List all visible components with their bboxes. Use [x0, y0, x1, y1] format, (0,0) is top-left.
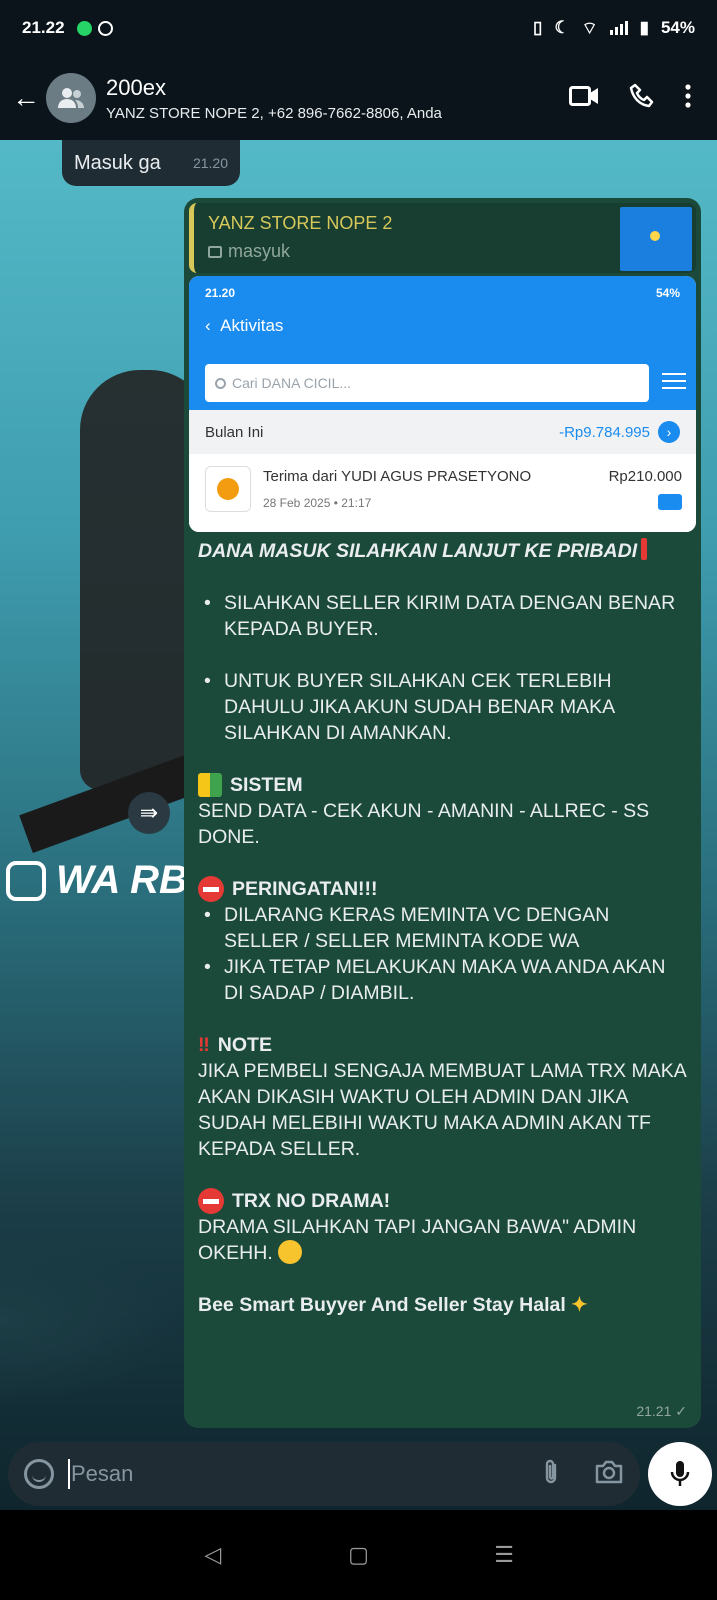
dana-header: 21.20 54% ‹ Aktivitas Cari DANA CICIL...	[189, 276, 696, 410]
nav-recents-icon[interactable]: ☰	[484, 1535, 524, 1575]
status-bar: 21.22 ▯ ☾ ⌔ ▮ 54%	[0, 0, 717, 56]
signal-icon	[609, 21, 628, 35]
image-icon	[208, 245, 222, 258]
phone-icon[interactable]	[629, 83, 655, 114]
dana-transaction: Terima dari YUDI AGUS PRASETYONO 28 Feb …	[189, 454, 696, 532]
bullet-item: SILAHKAN SELLER KIRIM DATA DENGAN BENAR …	[198, 590, 688, 642]
dana-chevron-icon: ›	[658, 421, 680, 443]
notification-icon	[97, 20, 113, 36]
dana-wallet-icon	[658, 494, 682, 510]
quoted-sender: YANZ STORE NOPE 2	[208, 213, 393, 233]
thumbnail-sun	[650, 231, 660, 241]
dana-search-icon	[215, 377, 226, 389]
beginner-icon	[198, 773, 222, 797]
incoming-message-time: 21.20	[192, 155, 228, 171]
video-call-icon[interactable]	[569, 85, 599, 112]
sistem-heading: SISTEM	[198, 772, 688, 798]
dana-status-battery: 54%	[655, 286, 680, 300]
dana-month-row: Bulan Ini -Rp9.784.995 ›	[189, 410, 696, 454]
battery-percent: 54%	[660, 18, 695, 37]
attached-screenshot[interactable]: 21.20 54% ‹ Aktivitas Cari DANA CICIL...…	[189, 276, 696, 532]
header-actions	[569, 83, 691, 114]
message-body: DANA MASUK SILAHKAN LANJUT KE PRIBADI SI…	[198, 538, 688, 1318]
no-entry-icon	[198, 876, 224, 902]
text-caret	[68, 1459, 70, 1489]
forward-icon[interactable]: ⇛	[128, 792, 170, 834]
chat-info[interactable]: 200ex YANZ STORE NOPE 2, +62 896-7662-88…	[106, 75, 569, 122]
message-input-bar: Pesan	[8, 1442, 640, 1506]
warning-heading: PERINGATAN!!!	[198, 876, 688, 902]
more-options-icon[interactable]	[685, 83, 691, 113]
bullet-item: JIKA TETAP MELAKUKAN MAKA WA ANDA AKAN D…	[198, 954, 688, 1006]
nav-back-icon[interactable]: ◁	[193, 1535, 233, 1575]
dana-search: Cari DANA CICIL...	[205, 364, 649, 402]
wifi-icon: ⌔	[581, 18, 598, 38]
quoted-text: masyuk	[228, 241, 291, 261]
dana-filter-icon	[662, 368, 686, 394]
sistem-body: SEND DATA - CEK AKUN - AMANIN - ALLREC -…	[198, 800, 650, 848]
message-heading: DANA MASUK SILAHKAN LANJUT KE PRIBADI	[198, 538, 688, 564]
no-entry-icon	[198, 1188, 224, 1214]
trx-heading: TRX NO DRAMA!	[198, 1188, 688, 1214]
dana-search-placeholder: Cari DANA CICIL...	[232, 375, 352, 391]
group-avatar-icon[interactable]	[46, 73, 96, 123]
bullet-item: DILARANG KERAS MEMINTA VC DENGAN SELLER …	[198, 902, 688, 954]
dana-receive-icon	[205, 466, 251, 512]
exclamation-icon	[641, 538, 648, 560]
note-body: JIKA PEMBELI SENGAJA MEMBUAT LAMA TRX MA…	[198, 1060, 686, 1160]
check-icon: ✓	[675, 1403, 687, 1419]
dana-month-total: -Rp9.784.995	[559, 423, 650, 441]
closing-line: Bee Smart Buyyer And Seller Stay Halal ✦	[198, 1294, 588, 1316]
incoming-message[interactable]: Masuk ga 21.20	[62, 140, 240, 186]
nav-home-icon[interactable]: ▢	[338, 1535, 378, 1575]
emoji-icon[interactable]	[24, 1459, 54, 1489]
incoming-message-text: Masuk ga	[74, 151, 161, 174]
outgoing-message[interactable]: YANZ STORE NOPE 2 masyuk 21.20 54% ‹ Akt…	[184, 198, 701, 1428]
whatsapp-notification-icon	[76, 20, 92, 36]
back-icon[interactable]: ←	[8, 82, 44, 114]
quoted-thumbnail	[620, 207, 692, 271]
chat-title: 200ex	[106, 74, 166, 100]
dana-status-time: 21.20	[205, 286, 236, 300]
vibrate-icon: ▯	[533, 18, 543, 37]
do-not-disturb-icon: ☾	[554, 18, 570, 37]
sparkles-icon: ✦	[571, 1294, 588, 1316]
message-input[interactable]: Pesan	[71, 1461, 133, 1487]
system-navigation-bar: ◁ ▢ ☰	[0, 1510, 717, 1600]
battery-icon: ▮	[639, 18, 649, 37]
quoted-text-row: masyuk	[208, 241, 290, 262]
dana-month-label: Bulan Ini	[205, 423, 264, 441]
kiss-face-icon	[278, 1240, 303, 1264]
status-time: 21.22	[22, 18, 65, 37]
dana-title-row: ‹ Aktivitas	[205, 316, 283, 336]
mic-icon[interactable]	[648, 1442, 712, 1506]
dana-txn-amount: Rp210.000	[608, 468, 682, 485]
chat-participants: YANZ STORE NOPE 2, +62 896-7662-8806, An…	[106, 104, 442, 122]
outgoing-message-time: 21.21 ✓	[636, 1403, 687, 1419]
input-actions	[542, 1458, 624, 1491]
dana-txn-date: 28 Feb 2025 • 21:17	[263, 496, 372, 510]
attach-icon[interactable]	[542, 1458, 560, 1491]
instagram-icon	[6, 860, 46, 901]
dana-txn-name: Terima dari YUDI AGUS PRASETYONO	[263, 468, 532, 485]
trx-body: DRAMA SILAHKAN TAPI JANGAN BAWA" ADMIN O…	[198, 1216, 637, 1264]
dana-back-icon: ‹	[205, 316, 221, 335]
camera-icon[interactable]	[594, 1459, 624, 1490]
double-exclamation-icon: ‼	[198, 1034, 210, 1056]
chat-header: ← 200ex YANZ STORE NOPE 2, +62 896-7662-…	[0, 56, 717, 140]
status-right: ▯ ☾ ⌔ ▮ 54%	[533, 18, 695, 39]
quoted-message[interactable]: YANZ STORE NOPE 2 masyuk	[189, 203, 696, 273]
note-heading: ‼ NOTE	[198, 1034, 272, 1056]
bullet-item: UNTUK BUYER SILAHKAN CEK TERLEBIH DAHULU…	[198, 668, 688, 746]
dana-title: Aktivitas	[220, 316, 284, 335]
wallpaper-wa-text: WA RB	[6, 858, 188, 903]
